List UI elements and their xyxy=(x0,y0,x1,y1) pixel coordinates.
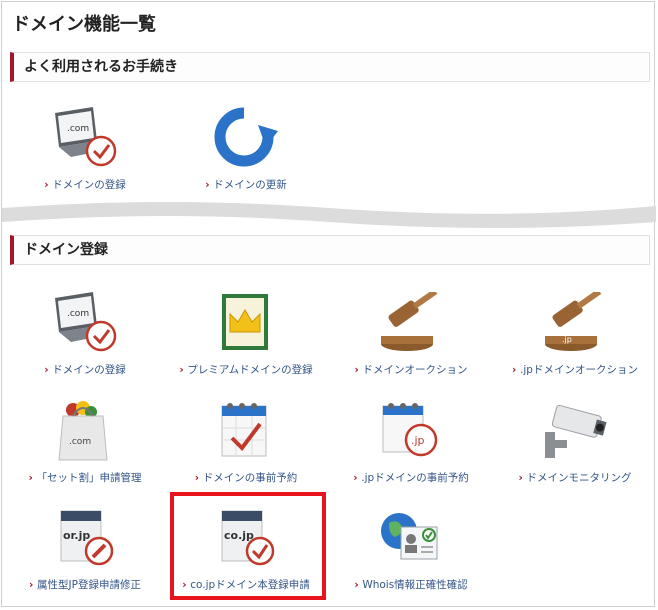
laptop-com-check-icon: .com xyxy=(45,292,121,354)
item-label[interactable]: ドメインの更新 xyxy=(166,177,326,192)
svg-text:or.jp: or.jp xyxy=(63,529,90,542)
section-title: よく利用されるお手続き xyxy=(24,59,178,75)
item-label[interactable]: Whois情報正確性確認 xyxy=(331,577,491,592)
item-domain-register-frequent[interactable]: .com ドメインの登録 xyxy=(5,107,165,197)
auction-gavel-icon xyxy=(371,288,447,354)
security-camera-icon xyxy=(535,400,611,462)
item-label[interactable]: 属性型JP登録申請修正 xyxy=(5,577,165,592)
item-label[interactable]: .jpドメインの事前予約 xyxy=(331,470,491,485)
item-label[interactable]: プレミアムドメインの登録 xyxy=(166,362,326,377)
item-domain-renew[interactable]: ドメインの更新 xyxy=(166,107,326,197)
jp-auction-gavel-icon: .jp xyxy=(535,288,611,354)
item-domain-auction[interactable]: ドメインオークション xyxy=(331,288,491,382)
section-header-frequent: よく利用されるお手続き xyxy=(10,52,650,82)
section-title: ドメイン登録 xyxy=(24,242,108,258)
svg-text:.jp: .jp xyxy=(411,434,425,447)
orjp-document-edit-icon: or.jp xyxy=(45,507,121,569)
item-domain-preorder[interactable]: ドメインの事前予約 xyxy=(166,400,326,490)
item-whois-verify[interactable]: Whois情報正確性確認 xyxy=(331,507,491,597)
svg-text:.com: .com xyxy=(69,437,91,447)
svg-text:.com: .com xyxy=(67,309,89,319)
calendar-jp-icon: .jp xyxy=(371,400,447,462)
refresh-arrow-icon xyxy=(206,107,282,169)
premium-crown-icon xyxy=(206,292,282,354)
page-title: ドメイン機能一覧 xyxy=(12,14,156,35)
item-domain-monitoring[interactable]: ドメインモニタリング xyxy=(495,400,655,490)
svg-text:.com: .com xyxy=(67,124,89,134)
calendar-check-icon xyxy=(206,400,282,462)
item-orjp-application-fix[interactable]: or.jp 属性型JP登録申請修正 xyxy=(5,507,165,597)
shopping-bag-icon: .com xyxy=(45,400,121,462)
item-jp-domain-auction[interactable]: .jp .jpドメインオークション xyxy=(495,288,655,382)
highlight-frame xyxy=(170,492,326,600)
item-label[interactable]: ドメインの登録 xyxy=(5,362,165,377)
item-label[interactable]: ドメインの登録 xyxy=(5,177,165,192)
whois-globe-idcard-icon xyxy=(371,507,447,569)
item-jp-domain-preorder[interactable]: .jp .jpドメインの事前予約 xyxy=(331,400,491,490)
item-label[interactable]: 「セット割」申請管理 xyxy=(5,470,165,485)
item-set-discount[interactable]: .com 「セット割」申請管理 xyxy=(5,400,165,490)
item-label[interactable]: ドメインの事前予約 xyxy=(166,470,326,485)
item-domain-register[interactable]: .com ドメインの登録 xyxy=(5,292,165,382)
page-frame: ドメイン機能一覧 よく利用されるお手続き .com ドメインの登録 ドメインの更… xyxy=(1,1,656,607)
item-label[interactable]: ドメインオークション xyxy=(331,362,491,377)
laptop-com-check-icon: .com xyxy=(45,107,121,169)
section-divider-wave xyxy=(2,202,656,228)
section-header-registration: ドメイン登録 xyxy=(10,235,650,265)
item-premium-domain[interactable]: プレミアムドメインの登録 xyxy=(166,292,326,382)
svg-text:.jp: .jp xyxy=(562,335,572,344)
item-label[interactable]: ドメインモニタリング xyxy=(495,470,655,485)
item-label[interactable]: .jpドメインオークション xyxy=(495,362,655,377)
